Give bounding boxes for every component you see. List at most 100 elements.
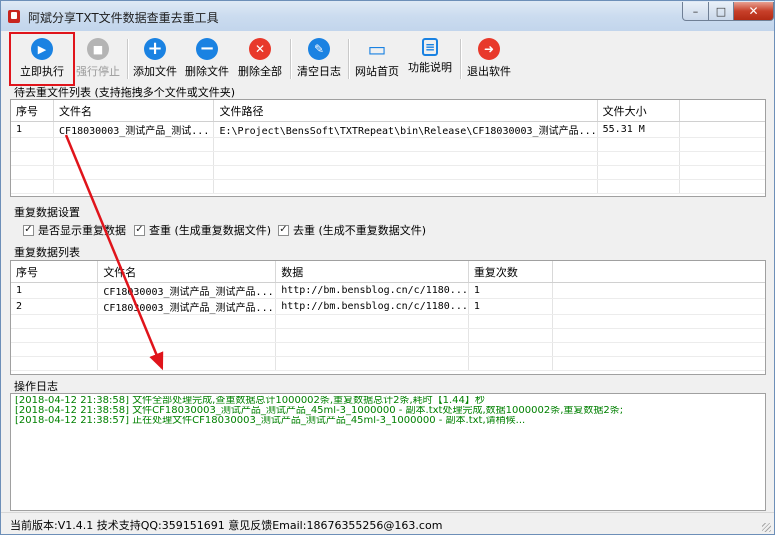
cell-repeat-count: 1: [468, 282, 554, 299]
add-file-button[interactable]: + 添加文件: [131, 33, 179, 81]
cell-filepath: E:\Project\BensSoft\TXTRepeat\bin\Releas…: [213, 121, 598, 138]
execute-label: 立即执行: [20, 65, 64, 78]
table-row[interactable]: 1 CF18030003_测试产品_测试... E:\Project\BensS…: [11, 121, 765, 138]
column-header-index[interactable]: 序号: [11, 261, 99, 283]
log-textbox[interactable]: [2018-04-12 21:38:58] 文件全部处理完成,查重数据总计100…: [10, 393, 766, 511]
column-header-filepath[interactable]: 文件路径: [213, 100, 598, 122]
delete-all-label: 删除全部: [238, 65, 282, 78]
clear-log-button[interactable]: ✎ 清空日志: [295, 33, 343, 81]
empty-row: [11, 356, 765, 371]
cell-data: http://bm.bensblog.cn/c/1180...: [275, 282, 469, 299]
exit-button[interactable]: ➜ 退出软件: [465, 33, 513, 81]
column-header-filename[interactable]: 文件名: [97, 261, 277, 283]
toolbar: ▶ 立即执行 ■ 强行停止 + 添加文件 − 删除文件 ✕ 删除全部 ✎ 清空日…: [1, 31, 774, 83]
maximize-icon: □: [715, 4, 727, 18]
log-line: [2018-04-12 21:38:58] 文件全部处理完成,查重数据总计100…: [15, 396, 485, 406]
homepage-label: 网站首页: [355, 65, 399, 78]
find-duplicates-checkbox[interactable]: ✓ 查重 (生成重复数据文件): [134, 222, 271, 238]
status-bar: 当前版本:V1.4.1 技术支持QQ:359151691 意见反馈Email:1…: [1, 512, 774, 534]
toolbar-separator: [290, 39, 292, 79]
cell-repeat-count: 1: [468, 298, 554, 315]
toolbar-separator: [460, 39, 462, 79]
plus-icon: +: [144, 38, 166, 60]
file-list-table[interactable]: 序号 文件名 文件路径 文件大小 1 CF18030003_测试产品_测试...…: [10, 99, 766, 197]
help-label: 功能说明: [408, 61, 452, 74]
cell-filesize: 55.31 M: [597, 121, 681, 138]
settings-label: 重复数据设置: [14, 206, 80, 219]
title-bar[interactable]: 阿斌分享TXT文件数据查重去重工具 – □ ✕: [1, 1, 774, 31]
file-list-header-row: 序号 文件名 文件路径 文件大小: [11, 100, 765, 122]
log-label: 操作日志: [14, 380, 58, 393]
cell-filler: [679, 121, 765, 138]
stop-icon: ■: [87, 38, 109, 60]
checkmark-icon: ✓: [134, 224, 145, 236]
find-duplicates-label: 查重 (生成重复数据文件): [149, 224, 272, 237]
table-row[interactable]: 2 CF18030003_测试产品_测试产品... http://bm.bens…: [11, 298, 765, 315]
minimize-icon: –: [692, 4, 699, 18]
column-header-data[interactable]: 数据: [275, 261, 469, 283]
help-button[interactable]: ≡ 功能说明: [406, 33, 454, 81]
empty-row: [11, 314, 765, 329]
column-header-filesize[interactable]: 文件大小: [597, 100, 681, 122]
maximize-button[interactable]: □: [708, 2, 734, 21]
homepage-button[interactable]: ▭ 网站首页: [353, 33, 401, 81]
cell-filename: CF18030003_测试产品_测试产品...: [97, 298, 277, 315]
toolbar-separator: [127, 39, 129, 79]
delete-file-button[interactable]: − 删除文件: [183, 33, 231, 81]
duplicate-list-label: 重复数据列表: [14, 246, 80, 259]
play-icon: ▶: [31, 38, 53, 60]
column-header-repeat-count[interactable]: 重复次数: [468, 261, 554, 283]
cell-index: 1: [11, 121, 55, 138]
window-title: 阿斌分享TXT文件数据查重去重工具: [28, 11, 219, 25]
cell-index: 1: [11, 282, 99, 299]
checkmark-icon: ✓: [23, 224, 34, 236]
close-button[interactable]: ✕: [733, 2, 774, 21]
empty-row: [11, 137, 765, 152]
exit-label: 退出软件: [467, 65, 511, 78]
toolbar-separator: [348, 39, 350, 79]
log-line: [2018-04-12 21:38:58] 文件CF18030003_测试产品_…: [15, 406, 624, 416]
cell-data: http://bm.bensblog.cn/c/1180...: [275, 298, 469, 315]
remove-duplicates-checkbox[interactable]: ✓ 去重 (生成不重复数据文件): [278, 222, 426, 238]
duplicate-list-header-row: 序号 文件名 数据 重复次数: [11, 261, 765, 283]
document-icon: ≡: [422, 38, 438, 56]
minimize-button[interactable]: –: [682, 2, 709, 21]
checkmark-icon: ✓: [278, 224, 289, 236]
column-header-filename[interactable]: 文件名: [53, 100, 215, 122]
exit-icon: ➜: [478, 38, 500, 60]
column-header-filler: [552, 261, 765, 283]
app-window: 阿斌分享TXT文件数据查重去重工具 – □ ✕ ▶ 立即执行 ■ 强行停止 + …: [0, 0, 775, 535]
add-file-label: 添加文件: [133, 65, 177, 78]
column-header-index[interactable]: 序号: [11, 100, 55, 122]
minus-icon: −: [196, 38, 218, 60]
force-stop-label: 强行停止: [76, 65, 120, 78]
cell-index: 2: [11, 298, 99, 315]
cell-filename: CF18030003_测试产品_测试...: [53, 121, 215, 138]
log-line: [2018-04-12 21:38:57] 正在处理文件CF18030003_测…: [15, 416, 526, 426]
delete-file-label: 删除文件: [185, 65, 229, 78]
cell-filler: [552, 298, 765, 315]
monitor-icon: ▭: [367, 37, 387, 61]
force-stop-button[interactable]: ■ 强行停止: [74, 33, 122, 81]
remove-duplicates-label: 去重 (生成不重复数据文件): [293, 224, 427, 237]
column-header-filler: [679, 100, 765, 122]
show-duplicates-checkbox[interactable]: ✓ 是否显示重复数据: [23, 222, 126, 238]
app-icon: [8, 10, 20, 23]
cell-filler: [552, 282, 765, 299]
close-icon: ✕: [249, 38, 271, 60]
close-icon: ✕: [748, 4, 759, 18]
clear-log-label: 清空日志: [297, 65, 341, 78]
empty-row: [11, 342, 765, 357]
show-duplicates-label: 是否显示重复数据: [38, 224, 126, 237]
resize-grip-icon[interactable]: [762, 523, 771, 532]
delete-all-button[interactable]: ✕ 删除全部: [236, 33, 284, 81]
table-row[interactable]: 1 CF18030003_测试产品_测试产品... http://bm.bens…: [11, 282, 765, 299]
empty-row: [11, 165, 765, 180]
duplicate-list-table[interactable]: 序号 文件名 数据 重复次数 1 CF18030003_测试产品_测试产品...…: [10, 260, 766, 375]
status-text: 当前版本:V1.4.1 技术支持QQ:359151691 意见反馈Email:1…: [10, 519, 443, 532]
empty-row: [11, 179, 765, 194]
empty-row: [11, 328, 765, 343]
empty-row: [11, 151, 765, 166]
execute-button[interactable]: ▶ 立即执行: [12, 33, 72, 81]
broom-icon: ✎: [308, 38, 330, 60]
